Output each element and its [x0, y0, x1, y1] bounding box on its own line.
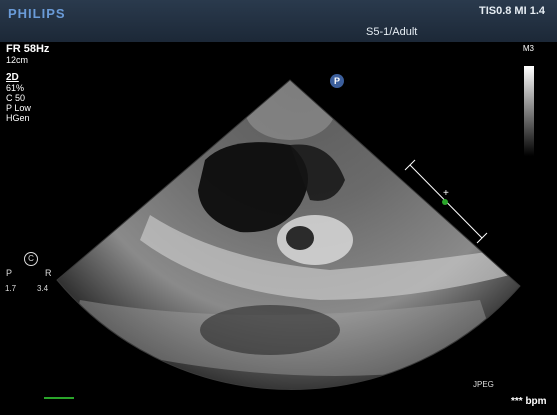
ecg-trace: [44, 397, 74, 399]
orientation-circle-icon: C: [24, 252, 38, 266]
orientation-left-value: 1.7: [5, 284, 17, 293]
orientation-left-label: P: [6, 268, 13, 278]
orientation-right-label: R: [45, 268, 52, 278]
orientation-marker-icon: P: [330, 74, 344, 88]
svg-text:+: +: [443, 188, 449, 199]
ultrasound-image: +: [56, 79, 521, 390]
orientation-right-value: 3.4: [37, 284, 49, 293]
orientation-indicator: C P R 1.7 3.4: [4, 252, 54, 297]
heart-rate: *** bpm: [511, 396, 547, 407]
format-label: JPEG: [473, 380, 494, 389]
sector-scan: [57, 80, 520, 390]
